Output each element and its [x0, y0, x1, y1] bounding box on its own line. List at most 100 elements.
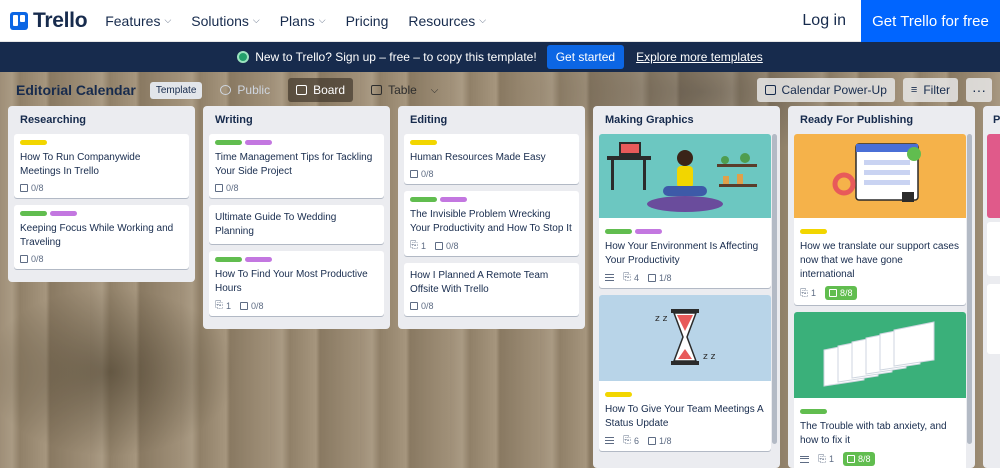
card[interactable]: How To Run Companywide Meetings In Trell…	[14, 134, 189, 198]
card[interactable]: Human Resources Made Easy 0/8	[404, 134, 579, 184]
card-labels	[800, 229, 960, 234]
attachment-badge: ⎘ 1	[800, 288, 816, 299]
list-title[interactable]: Researching	[14, 106, 189, 134]
card[interactable]: How To Find Your Most Productive Hours ⎘…	[209, 251, 384, 316]
card[interactable]: How I Planned A Remote Team Offsite With…	[404, 263, 579, 316]
checklist-badge: 0/8	[240, 301, 264, 311]
explore-templates-link[interactable]: Explore more templates	[636, 50, 763, 64]
list-title[interactable]: Writing	[209, 106, 384, 134]
nav-features[interactable]: Features ⌵	[105, 13, 171, 29]
list-title[interactable]: Making Graphics	[599, 106, 774, 134]
checklist-count: 0/8	[446, 240, 459, 251]
card-badges: 0/8	[215, 183, 378, 193]
card-title: Time Management Tips for Tackling Your S…	[215, 152, 373, 177]
nav-solutions-label: Solutions	[191, 12, 249, 29]
attachment-count: 1	[829, 454, 835, 464]
list-title[interactable]: Editing	[404, 106, 579, 134]
paperclip-icon: ⎘	[623, 435, 631, 446]
card-badges: ⎘ 1 8/8	[800, 452, 960, 466]
card[interactable]: Ultimate Guide To Wedding Planning	[209, 205, 384, 244]
card-title: Keeping Focus While Working and Travelin…	[20, 223, 174, 248]
label-yellow	[800, 229, 827, 234]
nav-plans[interactable]: Plans ⌵	[280, 13, 326, 29]
card[interactable]: The Trouble with tab anxiety, and how to…	[794, 312, 966, 468]
nav-pricing-label: Pricing	[345, 12, 389, 29]
checklist-icon	[410, 170, 418, 178]
board-icon	[296, 85, 308, 95]
nav-solutions[interactable]: Solutions ⌵	[191, 13, 259, 29]
list-title[interactable]: Ready For Publishing	[794, 106, 969, 134]
chevron-down-icon: ⌵	[252, 15, 260, 25]
checklist-count: 8/8	[858, 454, 871, 464]
card-labels	[410, 197, 573, 202]
nav-pricing[interactable]: Pricing	[346, 13, 389, 29]
card[interactable]: z z z z How To Give Your Team Meetings A…	[599, 295, 771, 451]
board-title[interactable]: Editorial Calendar	[16, 82, 136, 98]
checklist-badge: 1/8	[648, 436, 672, 446]
checklist-badge: 0/8	[20, 183, 44, 193]
visibility-button[interactable]: Public	[212, 78, 278, 102]
template-badge: Template	[149, 81, 203, 99]
chevron-down-icon: ⌵	[318, 15, 326, 25]
trello-logo-icon	[10, 11, 28, 30]
card-labels	[605, 229, 765, 234]
checklist-badge: 0/8	[410, 301, 434, 311]
table-icon	[371, 85, 383, 95]
checklist-icon	[240, 301, 249, 310]
calendar-powerup-button[interactable]: Calendar Power-Up	[756, 78, 895, 102]
nav-resources[interactable]: Resources ⌵	[408, 13, 486, 29]
card[interactable]: Keeping Focus While Working and Travelin…	[14, 205, 189, 269]
nav-plans-label: Plans	[279, 12, 315, 29]
checklist-icon	[20, 255, 28, 263]
card-badges: ⎘ 1 0/8	[215, 300, 378, 311]
checklist-icon	[829, 289, 838, 297]
card-cover[interactable]	[987, 134, 1000, 218]
checklist-count: 1/8	[659, 272, 672, 283]
checklist-icon	[410, 302, 418, 310]
card-title: How we translate our support cases now t…	[800, 241, 959, 280]
card-labels	[20, 211, 183, 216]
get-started-button[interactable]: Get started	[546, 45, 625, 69]
card[interactable]	[987, 222, 1000, 276]
nav-features-label: Features	[105, 12, 161, 29]
more-menu-button[interactable]: ···	[966, 78, 992, 102]
calendar-powerup-label: Calendar Power-Up	[781, 83, 887, 97]
checklist-count: 0/8	[421, 301, 434, 311]
description-badge	[605, 274, 614, 281]
card-badges: ⎘ 1 0/8	[410, 240, 573, 251]
board-header: Editorial Calendar Template Public Board…	[0, 72, 1000, 108]
trello-logo[interactable]: Trello	[10, 9, 88, 33]
login-link[interactable]: Log in	[802, 0, 846, 42]
list-scrollbar[interactable]	[967, 134, 972, 444]
card-title: The Trouble with tab anxiety, and how to…	[800, 421, 947, 446]
checklist-icon	[847, 455, 856, 463]
label-green	[410, 197, 437, 202]
card[interactable]: How we translate our support cases now t…	[794, 134, 966, 305]
label-green	[215, 257, 242, 262]
card[interactable]: The Invisible Problem Wrecking Your Prod…	[404, 191, 579, 256]
checklist-badge: 1/8	[648, 273, 672, 283]
board-header-actions: Calendar Power-Up ≡ Filter ···	[756, 78, 992, 102]
list-scrollbar[interactable]	[772, 134, 777, 444]
label-green	[800, 409, 827, 414]
filter-button[interactable]: ≡ Filter	[902, 78, 958, 102]
card-labels	[20, 140, 183, 145]
list-making-graphics: Making Graphics How Your Environment Is …	[593, 106, 780, 468]
card-badges: ⎘ 1 8/8	[800, 286, 960, 300]
get-trello-free-button[interactable]: Get Trello for free	[861, 0, 1000, 42]
table-view-button[interactable]: Table ⌵	[363, 78, 446, 102]
support-browser-illustration	[794, 134, 966, 218]
card[interactable]: Time Management Tips for Tackling Your S…	[209, 134, 384, 198]
description-badge	[605, 437, 614, 444]
paperclip-icon: ⎘	[800, 287, 808, 299]
svg-text:z z: z z	[703, 352, 716, 362]
list-title[interactable]: P	[987, 106, 1000, 134]
label-green	[215, 140, 242, 145]
filter-label: Filter	[923, 83, 950, 97]
board-view-label: Board	[313, 83, 346, 97]
card[interactable]	[987, 284, 1000, 354]
card[interactable]: How Your Environment Is Affecting Your P…	[599, 134, 771, 288]
list-partial: P	[983, 106, 1000, 468]
card-labels	[800, 409, 960, 414]
board-view-button[interactable]: Board	[288, 78, 354, 102]
